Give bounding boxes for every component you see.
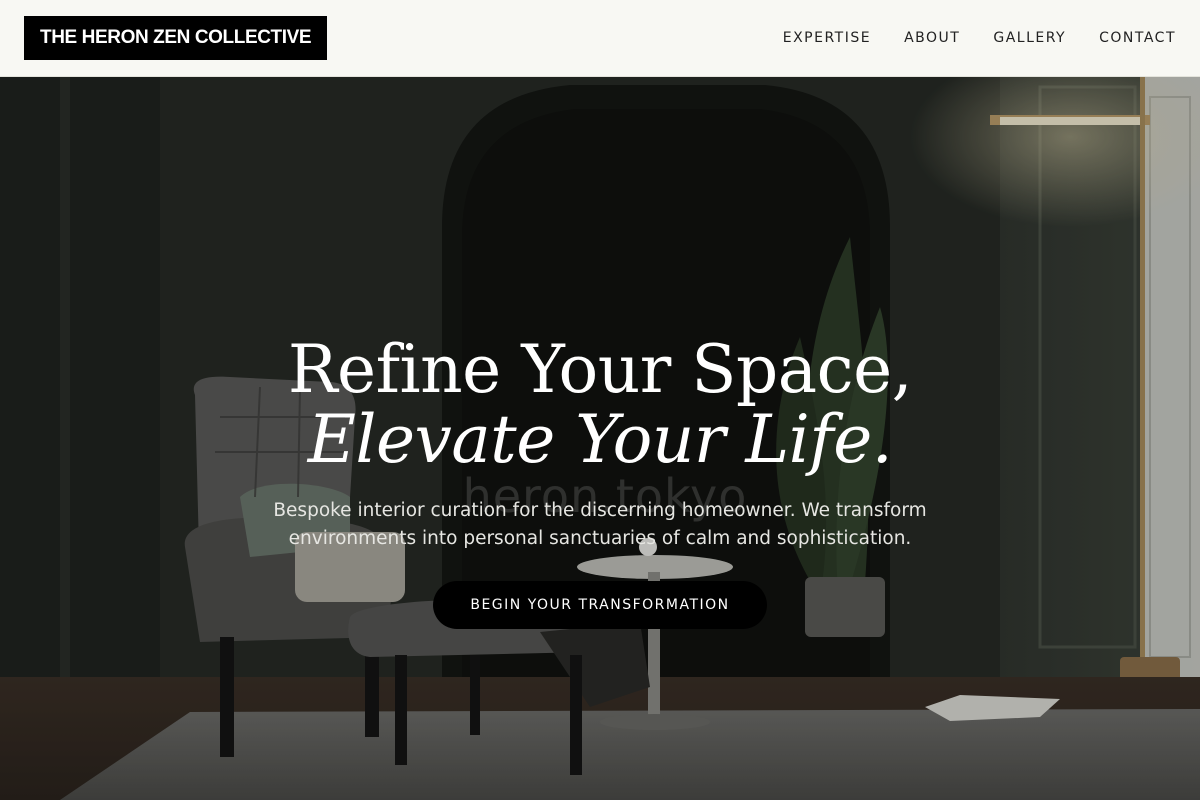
main-nav: EXPERTISE ABOUT GALLERY CONTACT [783, 30, 1176, 46]
hero-headline: Refine Your Space, Elevate Your Life. [287, 331, 913, 478]
hero-subtext: Bespoke interior curation for the discer… [273, 500, 927, 549]
headline-line-2: Elevate Your Life. [307, 401, 893, 478]
hero-content: Refine Your Space, Elevate Your Life. Be… [0, 335, 1200, 629]
nav-item-expertise[interactable]: EXPERTISE [783, 30, 871, 46]
begin-transformation-button[interactable]: BEGIN YOUR TRANSFORMATION [433, 581, 767, 629]
nav-item-contact[interactable]: CONTACT [1099, 30, 1176, 46]
nav-item-gallery[interactable]: GALLERY [993, 30, 1066, 46]
brand-logo[interactable]: THE HERON ZEN COLLECTIVE [24, 16, 328, 60]
site-header: THE HERON ZEN COLLECTIVE EXPERTISE ABOUT… [0, 0, 1200, 77]
headline-line-1: Refine Your Space, [287, 331, 913, 408]
nav-item-about[interactable]: ABOUT [904, 30, 960, 46]
hero-section: heron.tokyo Refine Your Space, Elevate Y… [0, 77, 1200, 800]
